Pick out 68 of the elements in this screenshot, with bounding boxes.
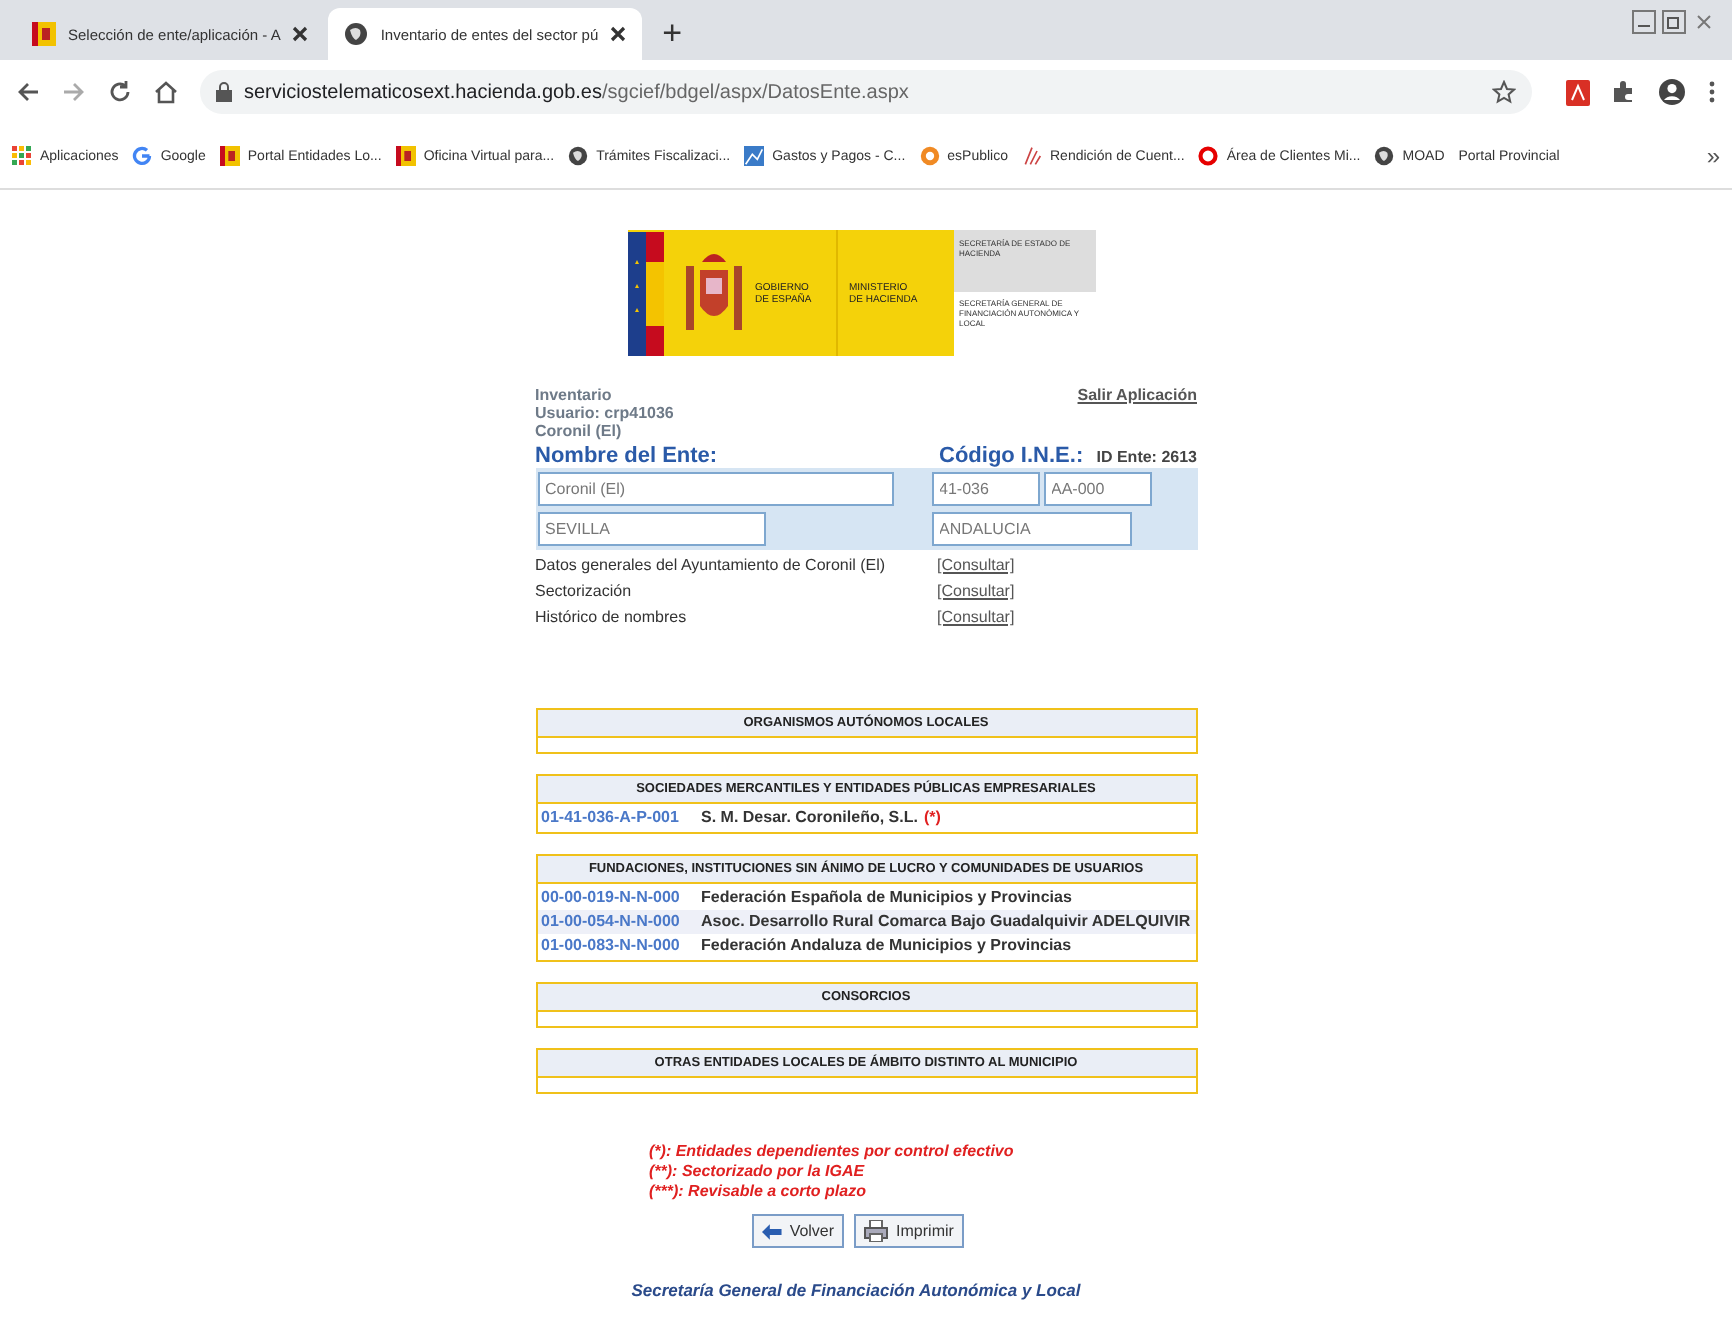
link-label: Datos generales del Ayuntamiento de Coronil (El): [535, 556, 888, 576]
feather-icon: [1022, 146, 1042, 166]
apps-grid-icon: [12, 146, 32, 166]
chart-icon: [744, 146, 765, 166]
entity-row[interactable]: 01-41-036-A-P-001 S. M. Desar. Coronileño, S.L. (*): [537, 806, 1195, 830]
kebab-menu-icon[interactable]: [1708, 80, 1716, 104]
circle-logo-icon: [919, 146, 940, 166]
footnote: (*): Entidades dependientes por control efectivo: [649, 1142, 1016, 1162]
entity-name: Coronil (El): [535, 422, 624, 440]
entity-code-link[interactable]: 01-00-054-N-N-000: [541, 912, 701, 932]
link-label: Sectorización: [535, 582, 634, 602]
name-field[interactable]: Coronil (El): [537, 472, 893, 506]
entity-id: ID Ente: 2613: [1096, 448, 1197, 466]
minimize-icon[interactable]: [1632, 10, 1656, 34]
field-label: Nombre del Ente:: [535, 444, 720, 468]
more-bookmarks[interactable]: »: [1706, 142, 1720, 170]
restore-icon[interactable]: [1662, 10, 1686, 34]
ring-logo-icon: [1198, 146, 1219, 166]
entity-row[interactable]: 01-00-083-N-N-000 Federación Andaluza de Municipios y Provincias: [537, 934, 1195, 958]
printer-icon: [864, 1220, 889, 1242]
footnote: (***): Revisable a corto plazo: [649, 1182, 868, 1202]
puzzle-icon[interactable]: [1612, 80, 1636, 104]
google-g-icon: [132, 146, 153, 166]
star-icon[interactable]: [1492, 80, 1516, 104]
profile-icon[interactable]: [1658, 78, 1686, 106]
region-field[interactable]: ANDALUCIA: [931, 512, 1131, 546]
entity-row[interactable]: 00-00-019-N-N-000 Federación Española de Municipios y Provincias: [537, 886, 1195, 910]
close-icon[interactable]: [610, 26, 627, 42]
code-field[interactable]: 41-036: [931, 472, 1039, 506]
province-field[interactable]: SEVILLA: [537, 512, 765, 546]
entity-name: Federación Andaluza de Municipios y Provincias: [701, 936, 1072, 956]
field-label: Código I.N.E.:: [939, 444, 1084, 468]
link-label: Histórico de nombres: [535, 608, 689, 628]
reload-icon[interactable]: [108, 80, 132, 104]
consult-link[interactable]: [Consultar]: [937, 582, 1015, 602]
back-button[interactable]: Volver: [752, 1214, 845, 1248]
entity-row[interactable]: 01-00-054-N-N-000 Asoc. Desarrollo Rural Comarca Bajo Guadalquivir ADELQUIVIR: [537, 910, 1195, 934]
pdf-icon[interactable]: [1566, 79, 1590, 105]
footnote: (**): Sectorizado por la IGAE: [649, 1162, 867, 1182]
globe-icon: [568, 146, 589, 166]
app-name: Inventario: [535, 386, 614, 404]
logout-link[interactable]: Salir Aplicación: [1077, 386, 1197, 440]
footer-text: Secretaría General de Financiación Autonómica y Local: [629, 1280, 1083, 1300]
entity-name: S. M. Desar. Coronileño, S.L.: [701, 808, 918, 828]
new-tab-button[interactable]: +: [646, 14, 699, 54]
globe-icon: [1374, 146, 1395, 166]
entity-name: Federación Española de Municipios y Provincias: [701, 888, 1072, 908]
consult-link[interactable]: [Consultar]: [937, 556, 1015, 576]
crest-icon: [219, 146, 240, 166]
entity-code-link[interactable]: 01-41-036-A-P-001: [541, 808, 701, 828]
address-bar[interactable]: serviciostelematicosext.hacienda.gob.es/sgcief/bdgel/aspx/DatosEnte.aspx: [200, 70, 1532, 114]
close-icon[interactable]: [292, 26, 309, 42]
entity-code-link[interactable]: 00-00-019-N-N-000: [541, 888, 701, 908]
home-icon[interactable]: [154, 80, 178, 104]
print-button[interactable]: Imprimir: [854, 1214, 964, 1248]
flag-stripe-drawing: [627, 231, 663, 355]
left-arrow-icon: [762, 1223, 782, 1239]
crest-icon: [32, 22, 56, 46]
lock-icon: [216, 82, 232, 102]
back-arrow-icon[interactable]: [16, 80, 40, 104]
code-field[interactable]: AA-000: [1043, 472, 1151, 506]
user-name: Usuario: crp41036: [535, 404, 674, 422]
entity-code-link[interactable]: 01-00-083-N-N-000: [541, 936, 701, 956]
footnote-mark: (*): [923, 808, 941, 828]
entity-name: Asoc. Desarrollo Rural Comarca Bajo Guadalquivir ADELQUIVIR: [701, 912, 1191, 932]
consult-link[interactable]: [Consultar]: [937, 608, 1015, 628]
globe-icon: [344, 22, 369, 46]
crest-icon: [395, 146, 416, 166]
